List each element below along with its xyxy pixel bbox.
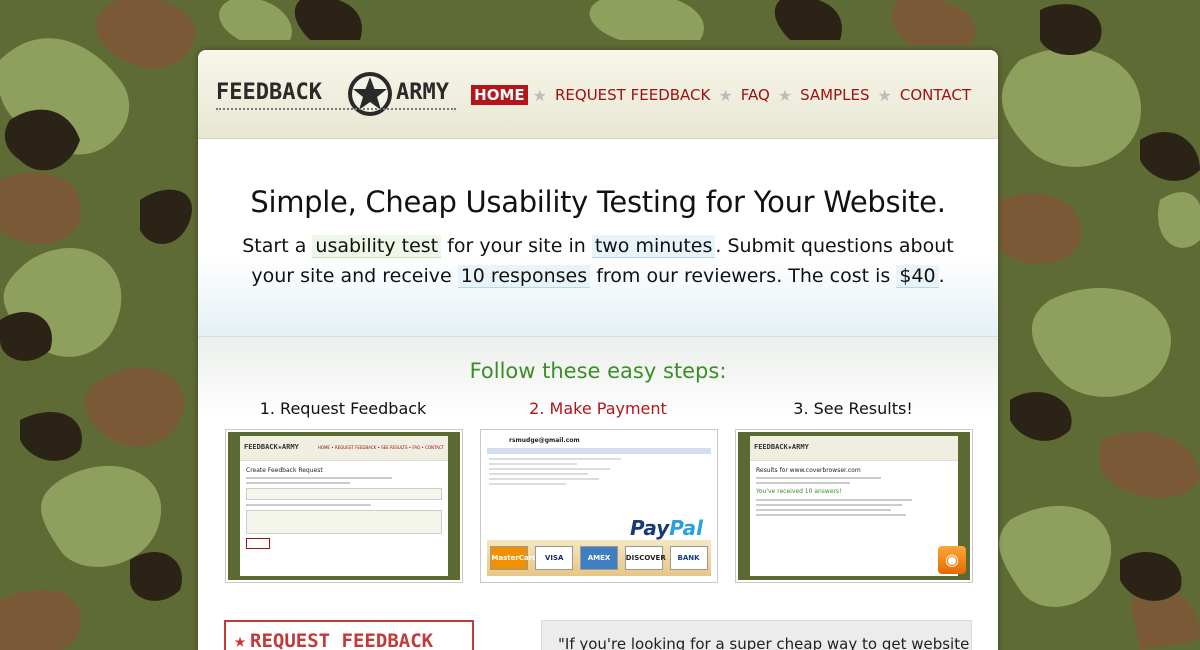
nav-samples[interactable]: SAMPLES [797,85,872,105]
testimonial-quote: "If you're looking for a super cheap way… [541,620,972,650]
mini-received: You've received 10 answers! [756,488,842,495]
highlight-10-responses: 10 responses [457,265,591,288]
step-see-results: 3. See Results! FEEDBACK★ARMY Results fo… [735,399,973,583]
page-container: FEEDBACK ARMY HOME ★ REQUEST FEEDBACK ★ … [198,50,998,650]
stamp-label: REQUEST FEEDBACK [250,630,434,650]
amex-icon: AMEX [579,546,618,570]
highlight-two-minutes: two minutes [591,235,716,258]
hero-description: Start a usability test for your site in … [238,231,958,291]
rss-icon: ◉ [938,546,966,574]
site-logo[interactable]: FEEDBACK ARMY [216,70,456,120]
highlight-usability-test: usability test [312,235,442,258]
logo-word-feedback: FEEDBACK [216,80,322,105]
step-request-feedback: 1. Request Feedback FEEDBACK★ARMY HOME •… [225,399,463,583]
mini-logo: FEEDBACK★ARMY [754,443,809,451]
mini-heading: Results for www.coverbrowser.com [756,467,861,474]
nav-request-feedback[interactable]: REQUEST FEEDBACK [552,85,713,105]
hero-text-2: for your site in [447,235,586,257]
mini-nav: HOME • REQUEST FEEDBACK • SEE RESULTS • … [317,445,444,450]
highlight-price: $40 [896,265,939,288]
steps-title: Follow these easy steps: [469,359,727,383]
step-label: 2. Make Payment [529,399,667,418]
nav-faq[interactable]: FAQ [738,85,773,105]
mini-logo: FEEDBACK★ARMY [244,443,299,451]
steps-section: Follow these easy steps: 1. Request Feed… [198,337,998,650]
visa-icon: VISA [535,546,574,570]
screenshot-make-payment[interactable]: rsmudge@gmail.com PayPal MasterCard VISA… [480,429,718,583]
step-label: 1. Request Feedback [259,399,427,418]
logo-word-army: ARMY [396,80,449,105]
payment-cards: MasterCard VISA AMEX DISCOVER BANK [487,540,711,576]
hero-text-4: from our reviewers. The cost is [596,265,891,287]
hero-section: Simple, Cheap Usability Testing for Your… [198,139,998,337]
screenshot-request-feedback[interactable]: FEEDBACK★ARMY HOME • REQUEST FEEDBACK • … [225,429,463,583]
star-separator-icon: ★ [877,85,892,105]
discover-icon: DISCOVER [624,546,666,570]
bank-icon: BANK [669,546,708,570]
mini-heading: Create Feedback Request [246,467,323,474]
bottom-section: ★ REQUEST FEEDBACK "If you're looking fo… [198,620,998,650]
star-separator-icon: ★ [532,85,547,105]
step-label: 3. See Results! [793,399,913,418]
star-separator-icon: ★ [777,85,793,105]
screenshot-see-results[interactable]: FEEDBACK★ARMY Results for www.coverbrows… [735,429,973,583]
star-icon: ★ [234,628,247,650]
nav-contact[interactable]: CONTACT [897,85,974,105]
nav-home[interactable]: HOME [471,85,528,105]
star-separator-icon: ★ [718,85,733,105]
hero-text-5: . [938,265,945,287]
mini-email: rsmudge@gmail.com [509,437,580,444]
paypal-logo: PayPal [629,516,703,540]
main-nav: HOME ★ REQUEST FEEDBACK ★ FAQ ★ SAMPLES … [471,85,974,105]
logo-underline [216,108,456,112]
mastercard-icon: MasterCard [490,546,537,570]
site-header: FEEDBACK ARMY HOME ★ REQUEST FEEDBACK ★ … [198,50,998,139]
hero-text-1: Start a [242,235,307,257]
step-make-payment: 2. Make Payment rsmudge@gmail.com PayPal… [480,399,718,583]
request-feedback-stamp-button[interactable]: ★ REQUEST FEEDBACK [224,620,474,650]
hero-title: Simple, Cheap Usability Testing for Your… [250,185,946,219]
